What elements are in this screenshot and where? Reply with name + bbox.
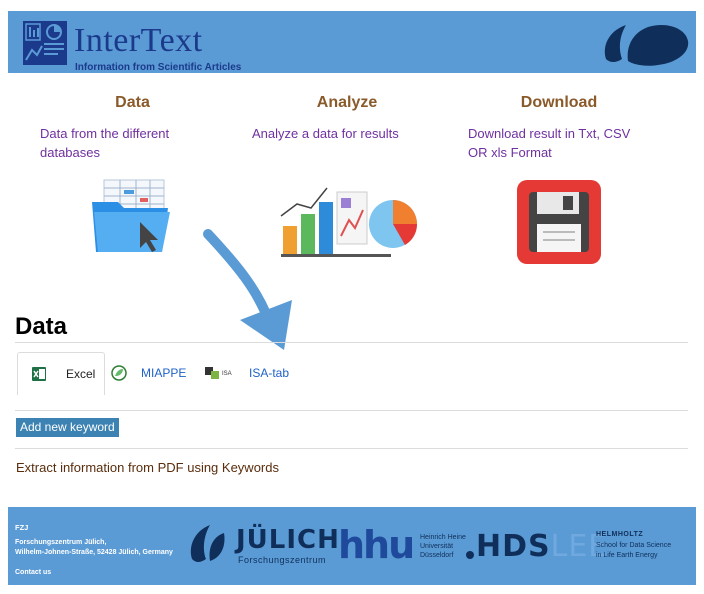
tab-label: ISA-tab — [249, 366, 290, 380]
divider — [15, 342, 688, 343]
feature-description: Download result in Txt, CSV OR xls Forma… — [468, 126, 631, 160]
tab-excel[interactable]: Excel — [17, 352, 105, 395]
tab-label: MIAPPE — [141, 366, 187, 380]
add-keyword-button[interactable]: Add new keyword — [16, 418, 119, 437]
hhu-line: Heinrich Heine — [420, 534, 466, 541]
tab-bar: Excel MIAPPE ISA ISA-tab — [15, 352, 688, 395]
tab-label: Excel — [66, 367, 96, 381]
feature-title: Data — [115, 94, 150, 111]
hds-text: HDS — [476, 529, 551, 564]
helmholtz-subtitle: School for Data Science in Life Earth En… — [596, 541, 671, 561]
hds-lee-logo: HDSLEE — [476, 529, 608, 564]
excel-icon — [32, 367, 46, 381]
svg-text:ISA: ISA — [222, 371, 232, 377]
hhu-line: Düsseldorf — [420, 552, 454, 559]
juelich-logo-icon — [604, 24, 689, 66]
curved-arrow-icon — [203, 229, 292, 350]
tab-miappe[interactable]: MIAPPE — [111, 352, 186, 394]
floppy-disk-icon — [517, 180, 601, 264]
feature-analyze: Analyze Analyze a data for results — [252, 94, 452, 143]
app-header: InterText Information from Scientific Ar… — [8, 11, 696, 73]
footer-org: FZJ — [15, 523, 29, 532]
isa-icon: ISA — [205, 367, 232, 379]
hhu-line: Universität — [420, 543, 454, 550]
divider — [15, 448, 688, 449]
extract-info-label: Extract information from PDF using Keywo… — [16, 460, 279, 475]
hds-dot-icon — [466, 551, 474, 559]
feature-download: Download Download result in Txt, CSV OR … — [468, 94, 668, 162]
feature-description: Analyze a data for results — [252, 126, 399, 141]
juelich-wordmark: JÜLICH — [236, 525, 340, 555]
feature-title: Download — [520, 94, 598, 111]
footer-address: Forschungszentrum Jülich, Wilhelm-Johnen… — [15, 538, 195, 558]
helmholtz-line: in Life Earth Energy — [596, 552, 658, 559]
document-analytics-icon — [23, 21, 67, 65]
juelich-subtitle: Forschungszentrum — [238, 555, 327, 565]
divider — [15, 410, 688, 411]
footer: FZJ Forschungszentrum Jülich, Wilhelm-Jo… — [8, 507, 696, 585]
helmholtz-name: HELMHOLTZ — [596, 531, 644, 538]
feature-data: Data Data from the different databases — [40, 94, 240, 162]
tab-isa-tab[interactable]: ISA ISA-tab — [205, 352, 289, 394]
footer-address-line: Wilhelm-Johnen-Straße, 52428 Jülich, Ger… — [15, 549, 173, 556]
hhu-logo: hhu — [338, 523, 415, 567]
contact-us-link[interactable]: Contact us — [15, 569, 51, 576]
miappe-icon — [111, 365, 127, 381]
folder-icon — [92, 179, 170, 252]
app-subtitle: Information from Scientific Articles — [75, 62, 242, 73]
juelich-mark-icon — [190, 525, 225, 562]
app-title: InterText — [74, 22, 203, 59]
footer-address-line: Forschungszentrum Jülich, — [15, 539, 107, 546]
helmholtz-line: School for Data Science — [596, 542, 672, 549]
feature-description: Data from the different databases — [40, 126, 170, 160]
hhu-subtitle: Heinrich Heine Universität Düsseldorf — [420, 533, 466, 560]
section-title: Data — [15, 313, 68, 340]
feature-title: Analyze — [316, 94, 378, 111]
